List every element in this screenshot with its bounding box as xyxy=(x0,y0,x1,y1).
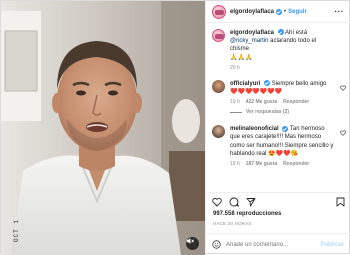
caption-text: Ahí está xyxy=(285,30,308,36)
video-player[interactable]: OCT 1 xyxy=(1,1,205,255)
view-replies-label: Ver respuestas (2) xyxy=(246,109,290,116)
more-options-icon[interactable]: ··· xyxy=(335,7,345,16)
mute-button[interactable] xyxy=(186,237,199,250)
reply-button[interactable]: Responder xyxy=(283,99,309,105)
share-paper-plane-icon[interactable] xyxy=(246,197,256,207)
comment-avatar[interactable] xyxy=(212,125,225,139)
comment-item: melinaleonoficial Tan hermoso que eres c… xyxy=(212,125,346,167)
caption-mention-link[interactable]: @ricky_martin xyxy=(230,38,268,44)
verified-badge-icon xyxy=(277,29,284,36)
add-comment-input[interactable] xyxy=(226,241,311,248)
avatar[interactable] xyxy=(212,4,226,19)
like-heart-icon[interactable] xyxy=(212,197,222,207)
instagram-post: OCT 1 elgordoylaflaca • Seguir ··· elgor… xyxy=(0,0,350,255)
verified-badge-icon xyxy=(282,125,289,132)
reply-button[interactable]: Responder xyxy=(283,161,309,167)
comment-avatar[interactable] xyxy=(212,79,225,93)
comment-time[interactable]: 19 h xyxy=(230,99,240,105)
comment-bubble-icon[interactable] xyxy=(229,197,239,207)
separator-dot: • xyxy=(284,8,287,15)
caption-username[interactable]: elgordoylaflaca xyxy=(230,30,274,36)
views-count[interactable]: 997.558 reproducciones xyxy=(213,211,281,217)
speaker-muted-icon xyxy=(186,238,194,244)
comment-time[interactable]: 19 h xyxy=(230,161,240,167)
emoji-smiley-icon[interactable] xyxy=(212,240,221,249)
video-overlay-text: OCT 1 xyxy=(13,219,20,243)
header-username[interactable]: elgordoylaflaca xyxy=(230,9,274,15)
view-replies-button[interactable]: Ver respuestas (2) xyxy=(230,109,346,115)
comment-item: officialyuri Siempre bello amigo ❤️❤️❤️❤… xyxy=(212,79,346,105)
verified-badge-icon xyxy=(264,80,271,87)
post-side-panel: elgordoylaflaca • Seguir ··· elgordoylaf… xyxy=(205,1,350,255)
video-frame xyxy=(1,1,205,255)
caption-emoji: 🙏🙏🙏 xyxy=(230,54,253,61)
comment-likes[interactable]: 187 Me gusta xyxy=(246,161,277,167)
save-bookmark-icon[interactable] xyxy=(336,197,345,207)
comment-username[interactable]: officialyuri xyxy=(230,81,260,87)
comment-likes[interactable]: 422 Me gusta xyxy=(246,99,277,105)
add-comment-bar: Publicar xyxy=(206,233,350,255)
action-bar xyxy=(206,192,350,210)
comment-username[interactable]: melinaleonoficial xyxy=(230,126,279,132)
publish-button[interactable]: Publicar xyxy=(320,242,344,248)
post-date[interactable]: HACE 20 HORAS xyxy=(213,221,252,226)
like-heart-icon[interactable] xyxy=(340,130,346,137)
caption-time[interactable]: 20 h xyxy=(230,65,240,71)
verified-badge-icon xyxy=(276,8,283,15)
comments-list[interactable]: elgordoylaflaca Ahí está @ricky_martin a… xyxy=(206,24,350,194)
replies-divider xyxy=(230,111,242,113)
follow-button[interactable]: Seguir xyxy=(288,9,307,15)
post-header: elgordoylaflaca • Seguir ··· xyxy=(206,1,350,23)
caption-avatar[interactable] xyxy=(212,29,225,42)
like-heart-icon[interactable] xyxy=(340,85,346,91)
caption: elgordoylaflaca Ahí está @ricky_martin a… xyxy=(212,29,346,71)
